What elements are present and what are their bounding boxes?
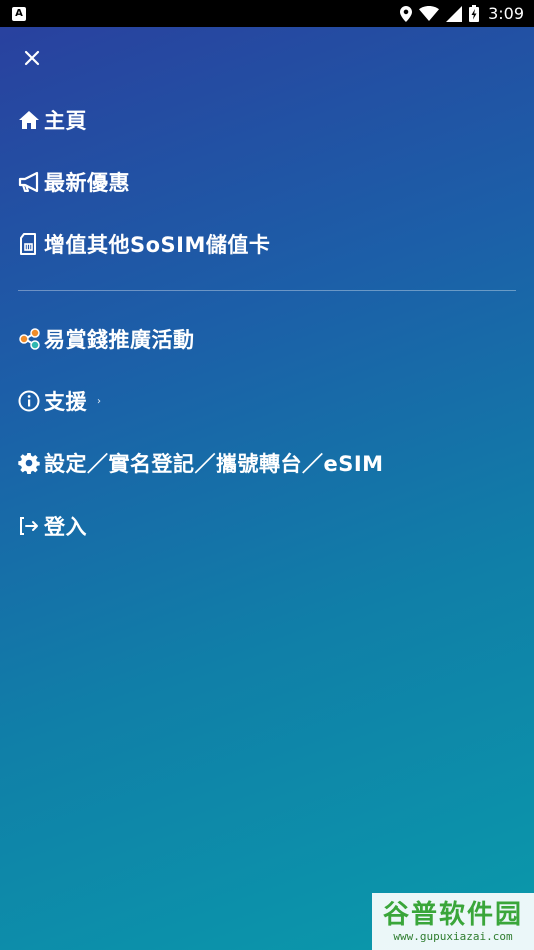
menu-item-label: 易賞錢推廣活動 <box>44 328 195 352</box>
menu-item-label: 支援 <box>44 390 87 414</box>
menu-item-login[interactable]: 登入 <box>18 506 87 546</box>
clock: 3:09 <box>488 4 524 23</box>
menu-item-latest-offers[interactable]: 最新優惠 <box>18 162 130 202</box>
menu-item-topup-sosim[interactable]: 增值其他SoSIM儲值卡 <box>18 224 270 264</box>
watermark-logo: 谷普软件园 <box>382 900 523 930</box>
sim-card-icon <box>18 231 44 257</box>
menu-item-label: 主頁 <box>44 109 87 133</box>
menu-item-home[interactable]: 主頁 <box>18 100 87 140</box>
gear-icon <box>18 450 44 476</box>
home-icon <box>18 107 44 133</box>
close-drawer-button[interactable] <box>18 44 46 72</box>
menu-item-settings[interactable]: 設定／實名登記／攜號轉台／eSIM <box>18 443 384 483</box>
share-icon <box>18 326 44 352</box>
location-icon <box>400 5 413 22</box>
menu-item-label: 增值其他SoSIM儲值卡 <box>44 233 271 257</box>
close-icon <box>24 50 40 66</box>
menu-item-label: 設定／實名登記／攜號轉台／eSIM <box>44 452 384 476</box>
site-watermark: 谷普软件园 www.gupuxiazai.com <box>372 893 534 950</box>
signal-icon <box>446 5 463 22</box>
megaphone-icon <box>18 169 44 195</box>
login-icon <box>18 513 44 539</box>
watermark-url: www.gupuxiazai.com <box>393 930 513 943</box>
status-bar: A 3:09 <box>0 0 534 27</box>
chevron-right-icon: › <box>97 395 101 407</box>
battery-charging-icon <box>469 5 480 22</box>
menu-item-support[interactable]: 支援 › <box>18 381 101 421</box>
wifi-icon <box>419 6 440 21</box>
menu-item-label: 最新優惠 <box>44 171 130 195</box>
menu-item-label: 登入 <box>44 515 87 539</box>
notification-a-icon: A <box>12 6 26 21</box>
menu-item-promotion[interactable]: 易賞錢推廣活動 <box>18 319 195 359</box>
info-icon <box>18 388 44 414</box>
menu-divider <box>18 290 516 291</box>
